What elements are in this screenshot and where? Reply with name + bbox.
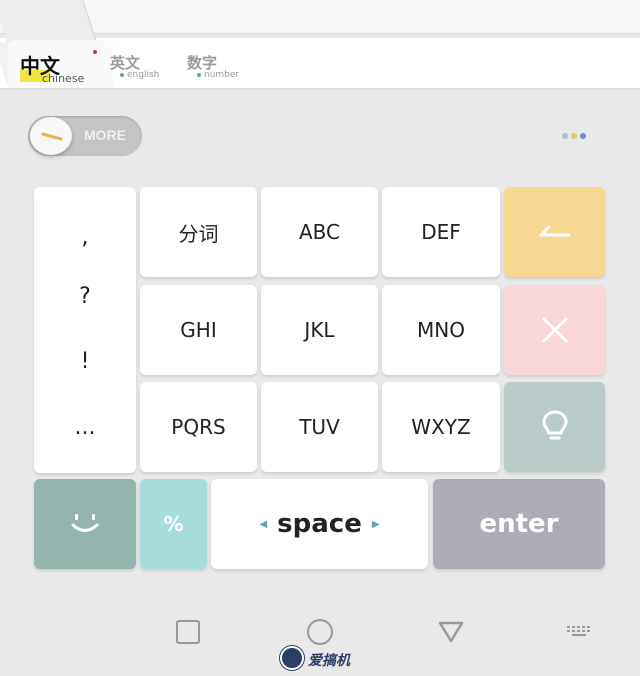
watermark: 爱搞机 — [280, 646, 390, 672]
key-segment[interactable]: 分词 — [140, 187, 257, 277]
dot-3 — [580, 133, 586, 139]
tab-number-dot — [197, 73, 201, 77]
notification-dot — [93, 50, 97, 54]
tab-chinese[interactable]: 中文 chinese — [8, 40, 113, 90]
backspace-arrow-icon — [539, 225, 570, 237]
comma-key[interactable]: , — [34, 225, 136, 250]
toggle-knob[interactable] — [30, 117, 72, 155]
status-bar — [0, 0, 640, 34]
smiley-icon — [71, 514, 99, 532]
right-arrow-icon: ▶ — [371, 518, 380, 530]
square-icon[interactable] — [176, 620, 200, 644]
tab-number[interactable]: 数字 number — [187, 52, 239, 80]
key-pqrs[interactable]: PQRS — [140, 382, 257, 472]
more-toggle-label: MORE — [84, 127, 126, 143]
triangle-icon[interactable] — [437, 620, 465, 644]
clear-key[interactable] — [504, 285, 605, 375]
more-menu-dots-icon[interactable] — [562, 133, 592, 141]
watermark-logo-icon — [280, 646, 304, 670]
key-mno[interactable]: MNO — [382, 285, 500, 375]
emoji-key[interactable] — [34, 479, 136, 569]
key-ghi[interactable]: GHI — [140, 285, 257, 375]
watermark-text: 爱搞机 — [308, 653, 350, 669]
key-abc[interactable]: ABC — [261, 187, 378, 277]
ellipsis-key[interactable]: ... — [34, 415, 136, 440]
key-tuv[interactable]: TUV — [261, 382, 378, 472]
tab-number-sublabel: number — [204, 70, 240, 80]
close-icon — [542, 317, 567, 343]
dot-2 — [571, 133, 577, 139]
tab-chinese-sublabel: chinese — [42, 72, 85, 85]
left-arrow-icon: ◀ — [259, 518, 268, 530]
question-key[interactable]: ? — [34, 284, 136, 309]
backspace-key[interactable] — [504, 187, 605, 277]
key-def[interactable]: DEF — [382, 187, 500, 277]
idea-key[interactable] — [504, 382, 605, 472]
punctuation-column: , ? ! ... — [34, 187, 136, 473]
symbol-key[interactable]: % — [140, 479, 207, 569]
enter-key[interactable]: enter — [433, 479, 605, 569]
tab-number-bg — [0, 0, 97, 42]
tab-english-sublabel: english — [127, 70, 160, 80]
tab-english[interactable]: 英文 english — [110, 52, 159, 80]
lightbulb-icon — [541, 410, 568, 440]
space-key[interactable]: ◀ space ▶ — [211, 479, 428, 569]
more-toggle[interactable]: MORE — [28, 116, 142, 156]
key-wxyz[interactable]: WXYZ — [382, 382, 500, 472]
dot-1 — [562, 133, 568, 139]
space-key-label: space — [277, 509, 362, 539]
exclamation-key[interactable]: ! — [34, 349, 136, 374]
circle-icon[interactable] — [307, 619, 333, 645]
keyboard-icon[interactable] — [566, 625, 592, 639]
key-jkl[interactable]: JKL — [261, 285, 378, 375]
tab-english-dot — [120, 73, 124, 77]
